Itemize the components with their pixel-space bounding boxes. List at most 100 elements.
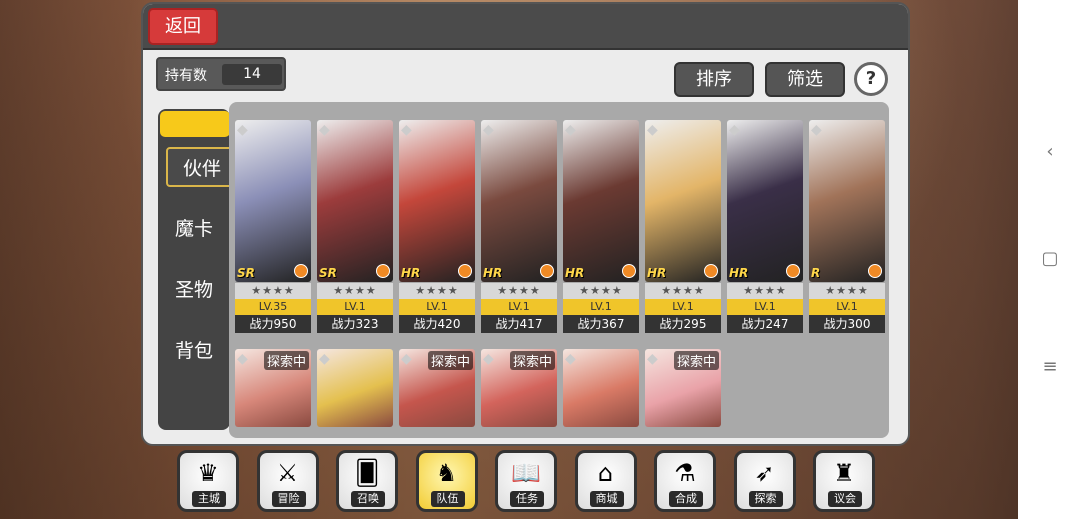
dock-label: 召唤	[351, 491, 385, 507]
element-gem-icon: ◆	[401, 122, 412, 138]
level-label: LV.1	[399, 299, 475, 315]
character-portrait: ◆ HR	[727, 120, 803, 282]
star-rating: ★★★★	[235, 283, 311, 299]
potion-icon: ⚗	[674, 459, 696, 487]
dock-button-4[interactable]: 📖 任务	[495, 450, 557, 512]
character-portrait: ◆ HR	[481, 120, 557, 282]
game-screen: ‹ ▢ ≡ 返回 持有数 14 排序 筛选 ? 伙伴 魔卡 圣物 背包 ◆ SR…	[0, 0, 1080, 519]
help-button[interactable]: ?	[854, 62, 888, 96]
character-card[interactable]: ◆ HR ★★★★ LV.1 战力367	[563, 120, 639, 335]
panel-header: 返回	[143, 4, 908, 50]
character-card[interactable]: ◆ HR ★★★★ LV.1 战力417	[481, 120, 557, 335]
character-card[interactable]: ◆ SR ★★★★ LV.35 战力950	[235, 120, 311, 335]
element-gem-icon: ◆	[401, 351, 412, 367]
back-nav-icon[interactable]: ‹	[1040, 142, 1060, 162]
home-nav-icon[interactable]: ▢	[1040, 249, 1060, 269]
level-label: LV.1	[481, 299, 557, 315]
tab-backpack[interactable]: 背包	[158, 331, 230, 371]
exploring-badge: 探索中	[673, 351, 719, 370]
element-gem-icon: ◆	[483, 351, 494, 367]
exploring-badge: 探索中	[509, 351, 555, 370]
level-label: LV.1	[563, 299, 639, 315]
element-gem-icon: ◆	[647, 122, 658, 138]
back-button[interactable]: 返回	[148, 8, 218, 45]
wings-icon: ♞	[435, 459, 458, 487]
class-badge-icon	[868, 264, 882, 278]
dock-button-7[interactable]: ➶ 探索	[733, 450, 796, 512]
class-badge-icon	[294, 264, 308, 278]
tab-partner[interactable]: 伙伴	[166, 147, 238, 187]
category-sidebar: 伙伴 魔卡 圣物 背包	[158, 109, 238, 430]
class-badge-icon	[458, 264, 472, 278]
book-icon: 📖	[511, 459, 541, 487]
dock-button-5[interactable]: ⌂ 商城	[574, 450, 637, 512]
star-rating: ★★★★	[809, 283, 885, 299]
element-gem-icon: ◆	[319, 351, 330, 367]
dock-button-8[interactable]: ♜ 议会	[813, 450, 875, 512]
character-card[interactable]: ◆ 探索中	[645, 349, 721, 427]
dock-button-1[interactable]: ⚔ 冒险	[256, 450, 319, 512]
bow-icon: ➶	[754, 459, 775, 487]
dock-label: 主城	[192, 491, 226, 507]
character-card[interactable]: ◆ 探索中	[399, 349, 475, 427]
level-label: LV.1	[727, 299, 803, 315]
sidebar-highlight	[160, 111, 230, 137]
mushroom-icon: ⌂	[597, 459, 614, 487]
cards-icon: 🂠	[354, 459, 380, 487]
tab-magic-card[interactable]: 魔卡	[158, 209, 230, 249]
owned-value: 14	[222, 64, 282, 85]
filter-button[interactable]: 筛选	[765, 62, 845, 97]
dock-label: 冒险	[271, 491, 306, 507]
character-card[interactable]: ◆ HR ★★★★ LV.1 战力295	[645, 120, 721, 335]
element-gem-icon: ◆	[237, 351, 248, 367]
element-gem-icon: ◆	[319, 122, 330, 138]
dock-label: 探索	[748, 491, 783, 507]
character-card[interactable]: ◆ 探索中	[235, 349, 311, 427]
character-portrait: ◆ HR	[563, 120, 639, 282]
character-portrait: ◆ HR	[399, 120, 475, 282]
dock-button-6[interactable]: ⚗ 合成	[654, 450, 716, 512]
rarity-label: HR	[401, 266, 421, 280]
power-label: 战力295	[645, 315, 721, 333]
dock-button-0[interactable]: ♛ 主城	[177, 450, 239, 512]
dock-label: 合成	[669, 491, 703, 507]
rarity-label: HR	[483, 266, 503, 280]
system-nav-bar: ‹ ▢ ≡	[1018, 0, 1080, 519]
dock-label: 商城	[589, 491, 624, 507]
rarity-label: SR	[319, 266, 337, 280]
character-card[interactable]: ◆ HR ★★★★ LV.1 战力420	[399, 120, 475, 335]
dock-button-2[interactable]: 🂠 召唤	[336, 450, 398, 512]
character-portrait: ◆ HR	[645, 120, 721, 282]
star-rating: ★★★★	[317, 283, 393, 299]
menu-nav-icon[interactable]: ≡	[1040, 357, 1060, 377]
star-rating: ★★★★	[399, 283, 475, 299]
dock-label: 任务	[510, 491, 544, 507]
power-label: 战力367	[563, 315, 639, 333]
exploring-badge: 探索中	[427, 351, 473, 370]
character-card[interactable]: ◆	[563, 349, 639, 427]
rarity-label: HR	[565, 266, 585, 280]
swords-icon: ⚔	[276, 459, 299, 487]
character-portrait: ◆ SR	[235, 120, 311, 282]
level-label: LV.1	[317, 299, 393, 315]
owned-count: 持有数 14	[156, 57, 286, 91]
party-panel: 返回 持有数 14 排序 筛选 ? 伙伴 魔卡 圣物 背包 ◆ SR ★★★★ …	[141, 2, 910, 446]
star-rating: ★★★★	[481, 283, 557, 299]
power-label: 战力323	[317, 315, 393, 333]
dock-label: 队伍	[430, 491, 465, 507]
character-card[interactable]: ◆ HR ★★★★ LV.1 战力247	[727, 120, 803, 335]
power-label: 战力300	[809, 315, 885, 333]
power-label: 战力247	[727, 315, 803, 333]
element-gem-icon: ◆	[237, 122, 248, 138]
character-card[interactable]: ◆	[317, 349, 393, 427]
tab-relic[interactable]: 圣物	[158, 270, 230, 310]
star-rating: ★★★★	[727, 283, 803, 299]
dock-button-3[interactable]: ♞ 队伍	[415, 450, 478, 512]
character-card[interactable]: ◆ 探索中	[481, 349, 557, 427]
character-card[interactable]: ◆ SR ★★★★ LV.1 战力323	[317, 120, 393, 335]
power-label: 战力417	[481, 315, 557, 333]
character-card[interactable]: ◆ R ★★★★ LV.1 战力300	[809, 120, 885, 335]
sort-button[interactable]: 排序	[674, 62, 754, 97]
level-label: LV.1	[809, 299, 885, 315]
level-label: LV.35	[235, 299, 311, 315]
